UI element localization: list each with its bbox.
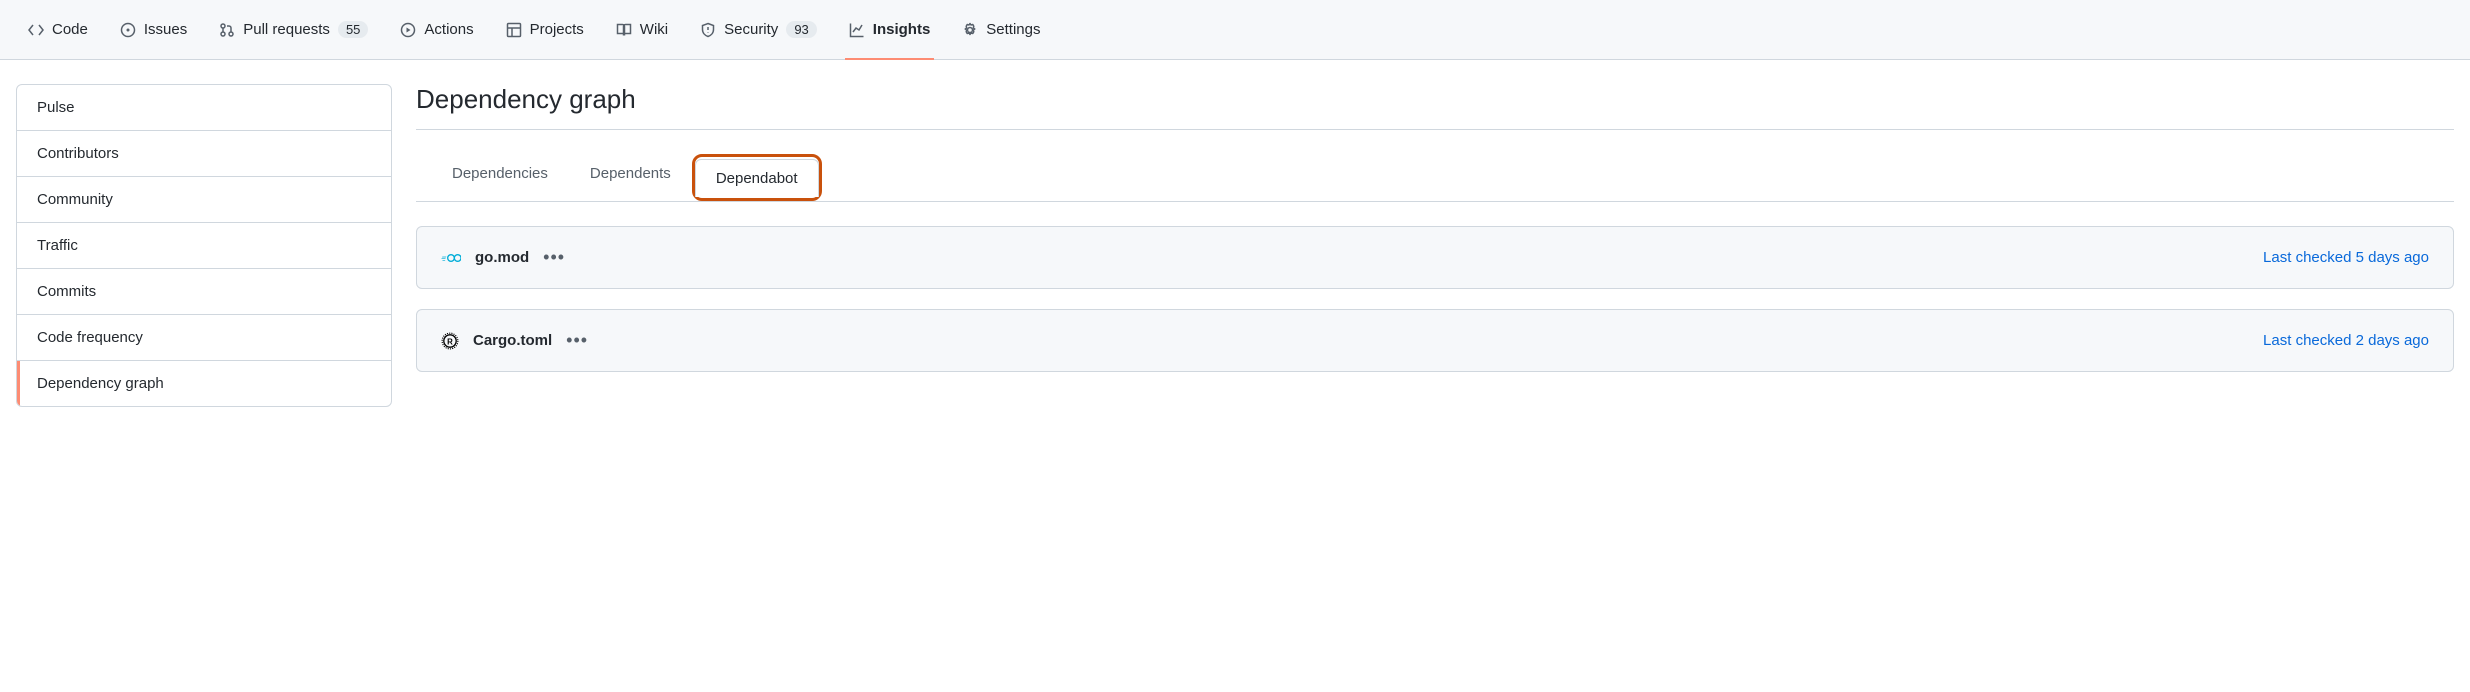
tab-insights[interactable]: Insights xyxy=(837,0,943,60)
nav-label: Pull requests xyxy=(243,21,330,38)
nav-label: Code xyxy=(52,21,88,38)
tab-pull-requests[interactable]: Pull requests 55 xyxy=(207,0,380,60)
gear-icon xyxy=(962,22,978,38)
manifest-name[interactable]: go.mod xyxy=(475,249,529,266)
kebab-menu-icon[interactable]: ••• xyxy=(566,330,588,351)
tab-code[interactable]: Code xyxy=(16,0,100,60)
tab-actions[interactable]: Actions xyxy=(388,0,485,60)
tab-dependabot[interactable]: Dependabot xyxy=(695,159,819,197)
security-count: 93 xyxy=(786,21,816,38)
insights-side-nav: Pulse Contributors Community Traffic Com… xyxy=(16,84,392,407)
project-icon xyxy=(506,22,522,38)
sidebar-item-dependency-graph[interactable]: Dependency graph xyxy=(17,361,391,406)
book-icon xyxy=(616,22,632,38)
tab-projects[interactable]: Projects xyxy=(494,0,596,60)
repo-top-nav: Code Issues Pull requests 55 Actions Pro… xyxy=(0,0,2470,60)
nav-label: Actions xyxy=(424,21,473,38)
dependency-graph-tabs: Dependencies Dependents Dependabot xyxy=(416,130,2454,202)
nav-label: Projects xyxy=(530,21,584,38)
main-content: Dependency graph Dependencies Dependents… xyxy=(416,84,2454,407)
sidebar-item-contributors[interactable]: Contributors xyxy=(17,131,391,177)
code-icon xyxy=(28,22,44,38)
nav-label: Wiki xyxy=(640,21,668,38)
tab-security[interactable]: Security 93 xyxy=(688,0,829,60)
page-layout: Pulse Contributors Community Traffic Com… xyxy=(0,60,2470,431)
pull-request-icon xyxy=(219,22,235,38)
manifest-row: go.mod ••• Last checked 5 days ago xyxy=(416,226,2454,289)
issue-icon xyxy=(120,22,136,38)
kebab-menu-icon[interactable]: ••• xyxy=(543,247,565,268)
graph-icon xyxy=(849,22,865,38)
play-icon xyxy=(400,22,416,38)
tab-wiki[interactable]: Wiki xyxy=(604,0,680,60)
manifest-name[interactable]: Cargo.toml xyxy=(473,332,552,349)
tab-settings[interactable]: Settings xyxy=(950,0,1052,60)
go-icon xyxy=(441,250,461,266)
nav-label: Insights xyxy=(873,21,931,38)
tab-dependencies[interactable]: Dependencies xyxy=(431,154,569,201)
last-checked-link[interactable]: Last checked 5 days ago xyxy=(2263,249,2429,266)
tab-issues[interactable]: Issues xyxy=(108,0,199,60)
nav-label: Security xyxy=(724,21,778,38)
rust-icon: R xyxy=(441,332,459,350)
tutorial-highlight: Dependabot xyxy=(692,154,822,201)
sidebar-item-traffic[interactable]: Traffic xyxy=(17,223,391,269)
svg-text:R: R xyxy=(447,337,453,346)
sidebar-item-code-frequency[interactable]: Code frequency xyxy=(17,315,391,361)
pr-count: 55 xyxy=(338,21,368,38)
sidebar-item-community[interactable]: Community xyxy=(17,177,391,223)
shield-icon xyxy=(700,22,716,38)
tab-dependents[interactable]: Dependents xyxy=(569,154,692,201)
nav-label: Issues xyxy=(144,21,187,38)
sidebar-item-commits[interactable]: Commits xyxy=(17,269,391,315)
manifest-row: R Cargo.toml ••• Last checked 2 days ago xyxy=(416,309,2454,372)
page-title: Dependency graph xyxy=(416,84,2454,130)
sidebar-item-pulse[interactable]: Pulse xyxy=(17,85,391,131)
nav-label: Settings xyxy=(986,21,1040,38)
last-checked-link[interactable]: Last checked 2 days ago xyxy=(2263,332,2429,349)
